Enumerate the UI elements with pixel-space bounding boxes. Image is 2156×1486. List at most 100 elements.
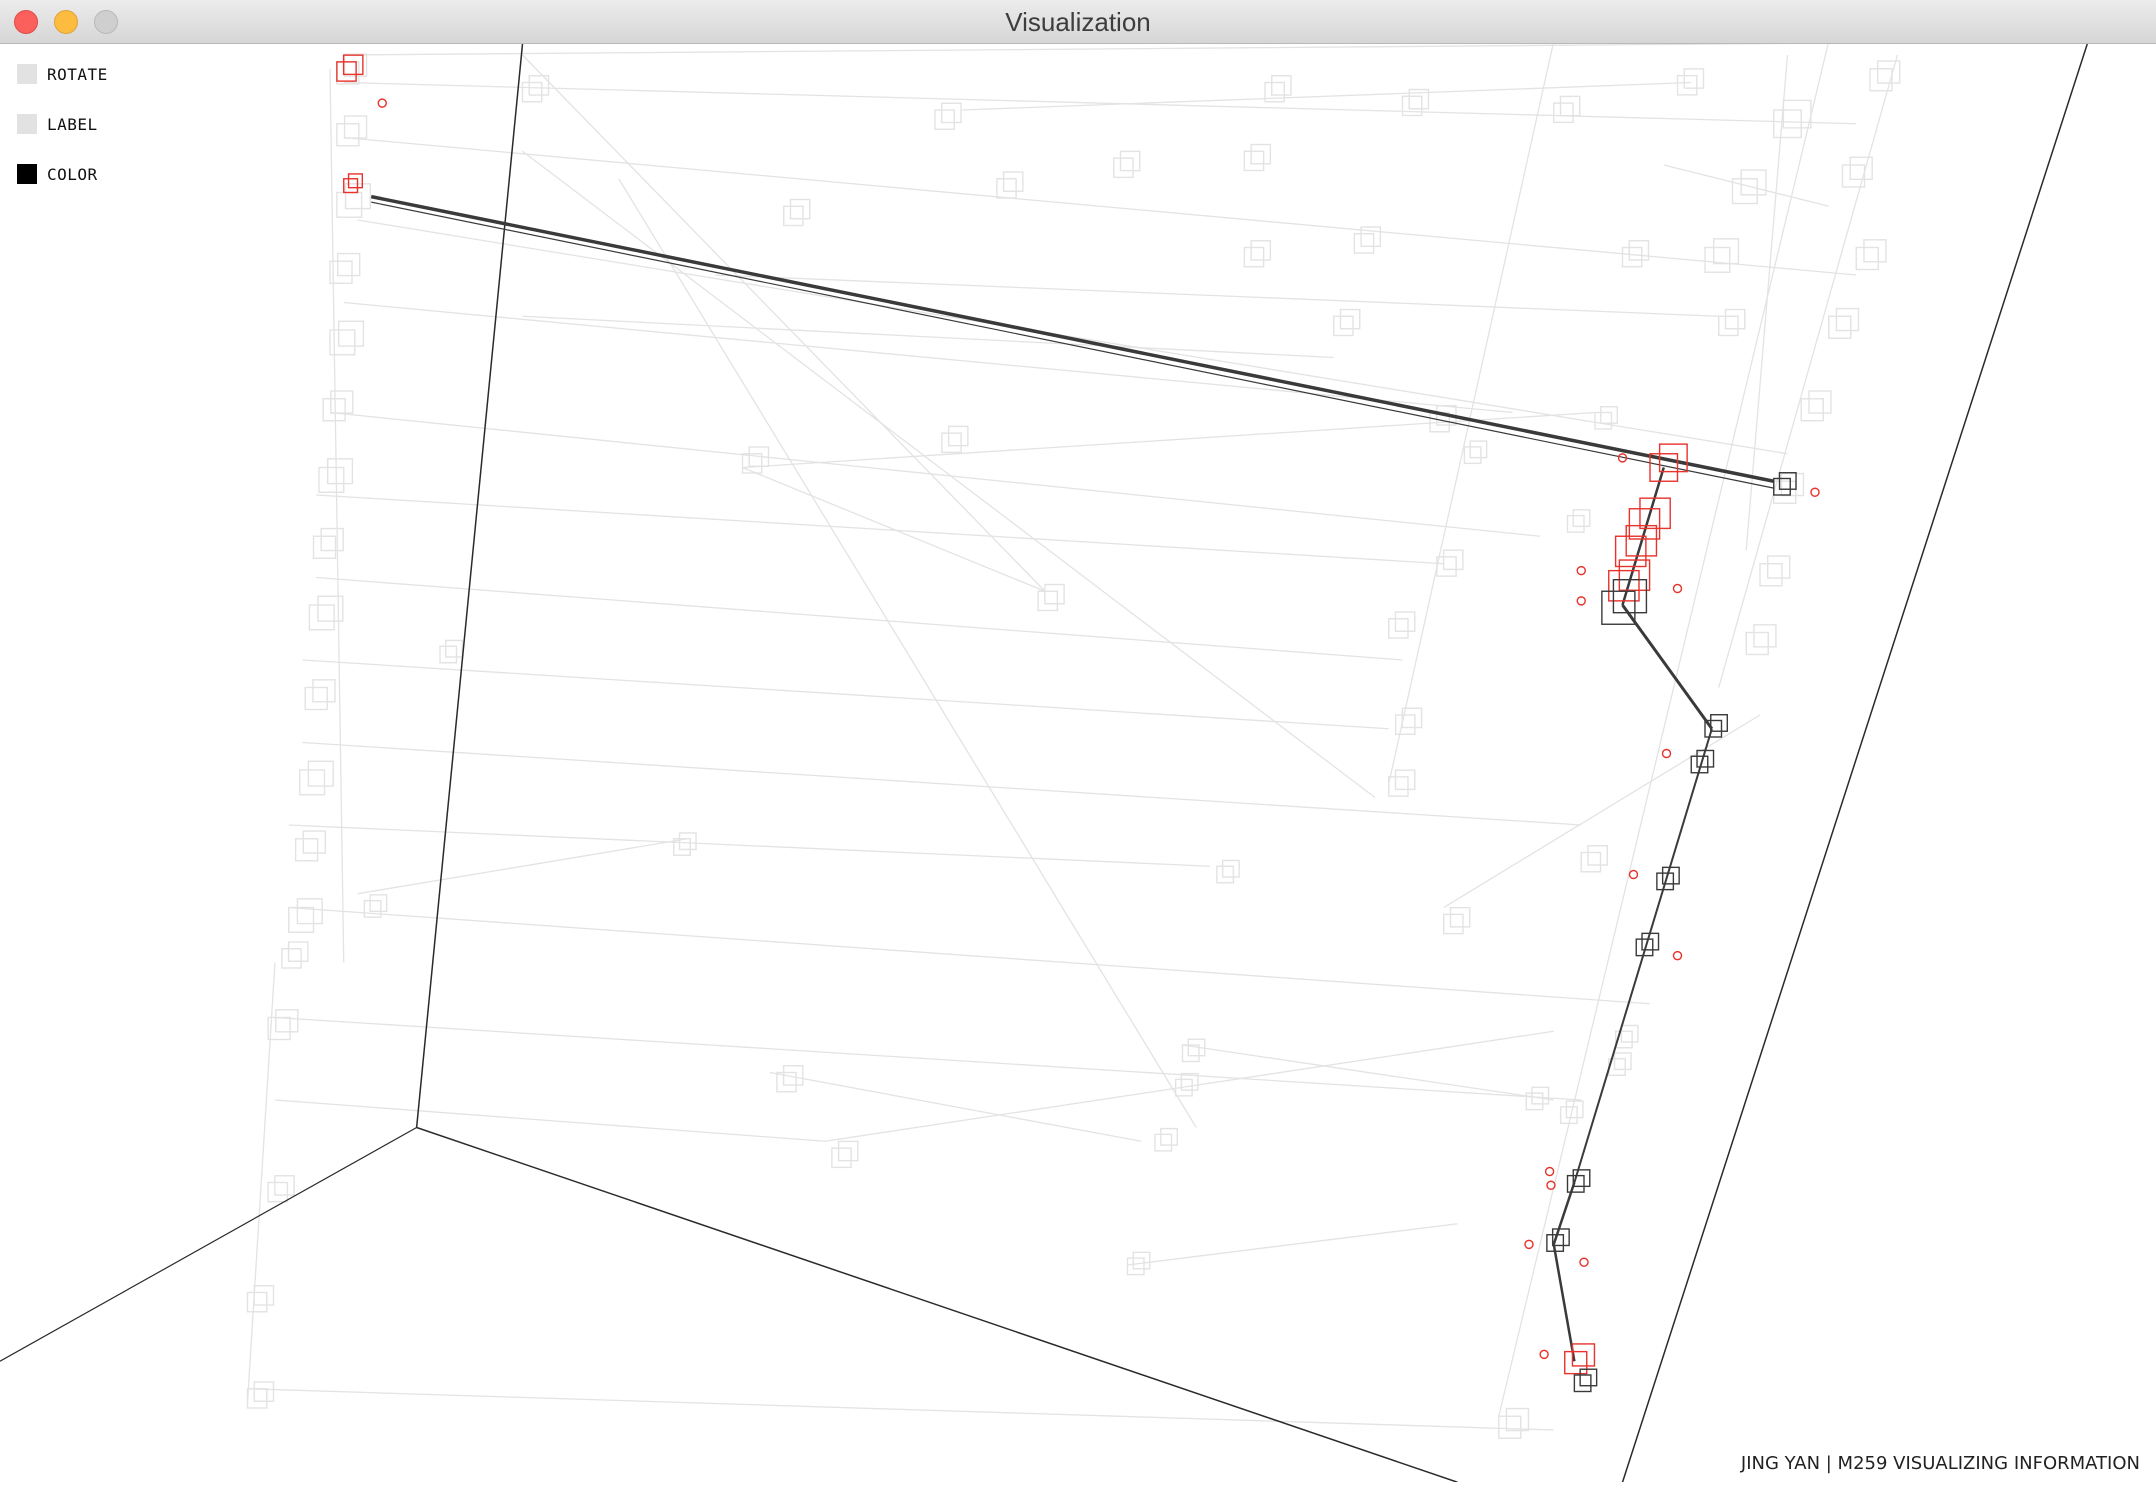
network-node-back <box>320 527 344 552</box>
network-edge <box>357 219 1788 455</box>
network-node <box>308 604 335 631</box>
network-node-back <box>1559 95 1581 117</box>
highlighted-node <box>336 61 357 82</box>
network-edge <box>522 315 1334 359</box>
network-edge <box>618 178 1197 1128</box>
network-node-back <box>1271 75 1292 96</box>
frame-edge-floor-left <box>0 1126 417 1362</box>
network-edge <box>274 1016 1582 1101</box>
network-node <box>941 432 962 454</box>
network-edge <box>1718 54 1899 688</box>
network-node <box>934 109 955 130</box>
network-node <box>831 1147 852 1169</box>
rotate-checkbox[interactable] <box>17 64 37 84</box>
network-node-back <box>337 252 361 277</box>
network-node-back <box>337 320 365 347</box>
node-dot <box>1576 596 1586 606</box>
network-node-back <box>1132 1251 1151 1270</box>
network-edge <box>1663 164 1829 207</box>
network-node-back <box>1628 240 1650 261</box>
node-dot <box>1661 748 1672 759</box>
network-node <box>1828 315 1852 339</box>
network-node-back <box>1044 583 1065 605</box>
network-node-back <box>1442 549 1464 571</box>
network-node-back <box>1587 845 1608 866</box>
window-title: Visualization <box>1005 7 1151 37</box>
node-dot <box>1672 583 1683 594</box>
network-edge <box>1182 1044 1554 1101</box>
network-node-back <box>1782 99 1812 129</box>
network-node-back <box>1835 307 1860 332</box>
label-checkbox[interactable] <box>17 114 37 134</box>
color-toggle[interactable]: COLOR <box>17 164 98 184</box>
network-node <box>1113 157 1134 179</box>
network-edge <box>316 494 1444 565</box>
network-node <box>439 645 458 664</box>
network-node <box>1676 74 1698 96</box>
network-edge <box>329 411 1541 537</box>
network-node-back <box>1505 1407 1530 1432</box>
network-node-back <box>1876 60 1901 84</box>
network-node <box>1621 246 1643 268</box>
network-edge <box>343 301 1513 414</box>
network-node-back <box>1712 238 1740 265</box>
node-dot <box>1576 565 1586 576</box>
network-node <box>1388 776 1409 797</box>
3d-network-visualization[interactable] <box>0 40 2156 1483</box>
network-node-back <box>1613 1052 1632 1071</box>
network-node-back <box>330 390 354 414</box>
network-node <box>312 535 337 559</box>
network-node <box>1594 411 1613 430</box>
network-node-back <box>1565 1100 1584 1119</box>
rotate-toggle[interactable]: ROTATE <box>17 64 108 84</box>
network-edge <box>1443 714 1761 909</box>
highlighted-path-4 <box>1621 604 1714 730</box>
network-node <box>318 466 345 493</box>
highlighted-path-2 <box>371 201 1774 489</box>
network-node-back <box>1469 440 1488 459</box>
network-node-back <box>941 102 962 124</box>
network-node <box>1443 913 1464 935</box>
network-node <box>281 948 302 969</box>
network-node <box>1333 315 1354 337</box>
author-credit: JING YAN | M259 VISUALIZING INFORMATION <box>1740 1453 2140 1474</box>
network-node <box>1800 398 1824 422</box>
highlighted-node-back <box>1571 1343 1596 1367</box>
rotate-label: ROTATE <box>47 64 108 84</box>
label-toggle[interactable]: LABEL <box>17 114 98 134</box>
network-node <box>1773 480 1797 504</box>
network-edge <box>302 659 1389 730</box>
network-node-back <box>253 1381 275 1402</box>
network-node-back <box>274 1175 295 1196</box>
color-label: COLOR <box>47 164 98 184</box>
network-node-back <box>837 1140 859 1162</box>
network-node-back <box>1119 150 1141 172</box>
network-node <box>1704 246 1731 273</box>
network-edge <box>274 1099 826 1142</box>
network-edge <box>288 824 1211 867</box>
network-edge <box>1127 1223 1458 1266</box>
network-node <box>1559 1106 1578 1125</box>
highlighted-node-back <box>1639 497 1671 530</box>
network-node <box>1553 102 1574 124</box>
network-node <box>1773 109 1802 139</box>
network-node-back <box>1863 239 1887 263</box>
network-node <box>1855 246 1879 271</box>
network-node <box>1401 95 1423 117</box>
highlighted-node <box>1573 1374 1592 1393</box>
network-edge <box>962 81 1692 111</box>
node-dot <box>377 98 387 108</box>
network-node <box>1566 514 1585 533</box>
network-node <box>521 81 543 103</box>
network-node <box>267 1181 289 1203</box>
network-node-back <box>1394 769 1416 791</box>
network-node <box>1126 1257 1145 1276</box>
network-node-back <box>1221 859 1240 878</box>
color-checkbox[interactable] <box>17 164 37 184</box>
network-node <box>1243 150 1265 172</box>
network-node <box>1037 590 1059 612</box>
highlighted-node-back <box>1579 1368 1598 1387</box>
network-node <box>996 178 1017 199</box>
visualization-canvas[interactable] <box>0 40 2156 1483</box>
node-dot <box>1524 1239 1534 1250</box>
